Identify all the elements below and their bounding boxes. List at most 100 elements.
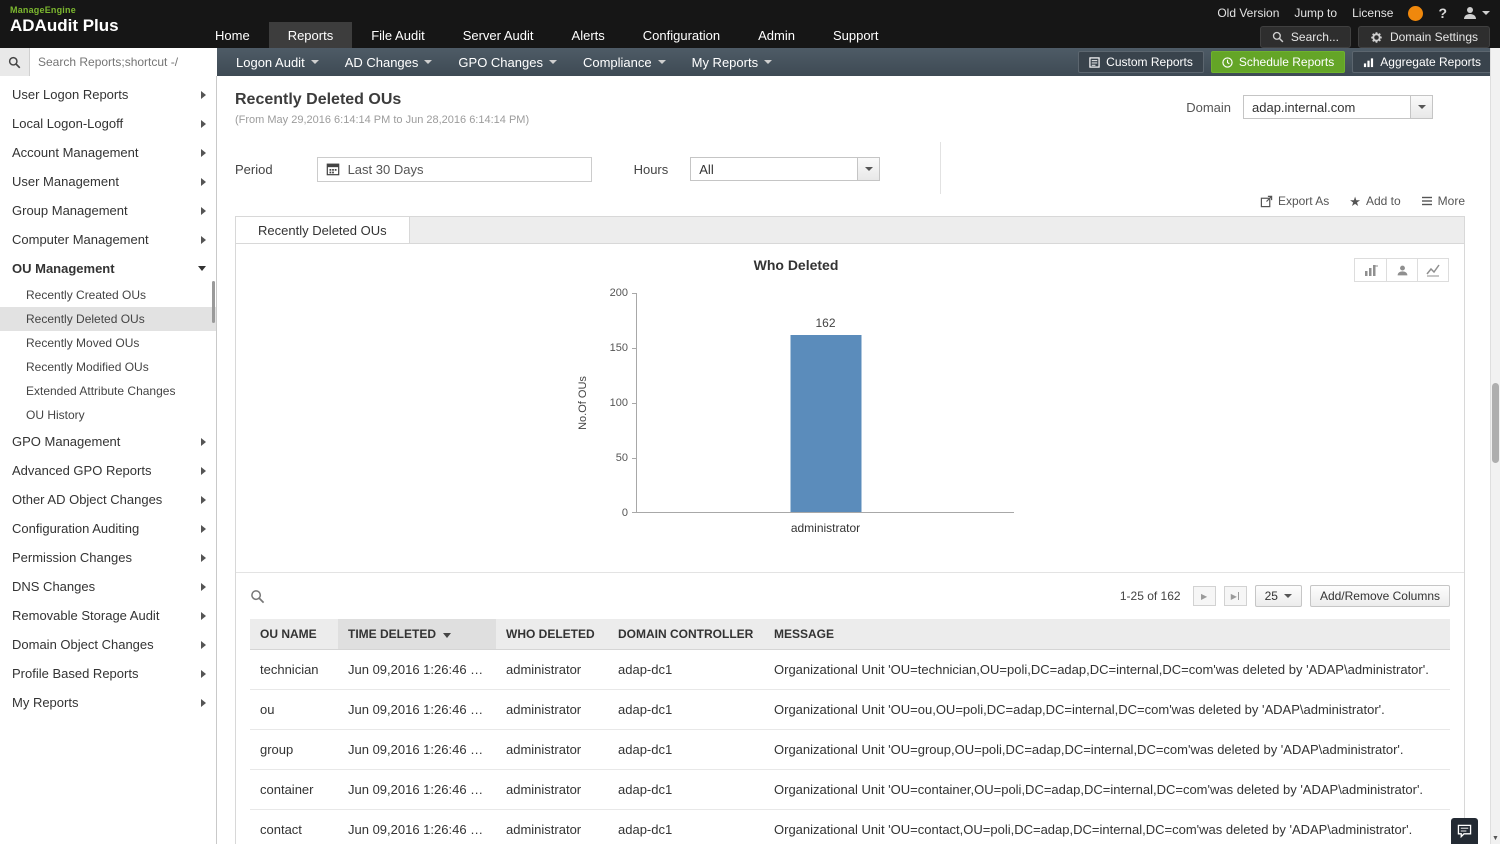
more-button[interactable]: More: [1421, 194, 1465, 208]
menu-logon-audit[interactable]: Logon Audit: [223, 48, 332, 76]
chevron-right-icon: [201, 235, 206, 244]
menu-compliance[interactable]: Compliance: [570, 48, 679, 76]
tab-recently-deleted-ous[interactable]: Recently Deleted OUs: [236, 217, 410, 243]
cell-who-deleted: administrator: [496, 649, 608, 690]
last-page-button[interactable]: ▶: [1223, 586, 1247, 606]
nav-file-audit[interactable]: File Audit: [352, 22, 443, 48]
report-actions: Export As ★ Add to More: [235, 194, 1465, 208]
cell-domain-controller: adap-dc1: [608, 809, 764, 844]
report-sidebar: User Logon Reports Local Logon-Logoff Ac…: [0, 76, 217, 844]
domain-select[interactable]: adap.internal.com: [1243, 95, 1433, 119]
sidebar-item-account-management[interactable]: Account Management: [0, 138, 216, 167]
add-remove-columns-button[interactable]: Add/Remove Columns: [1309, 585, 1450, 607]
sidebar-item-ou-history[interactable]: OU History: [0, 403, 216, 427]
sidebar-item-other-ad-object-changes[interactable]: Other AD Object Changes: [0, 485, 216, 514]
chevron-down-icon: [424, 60, 433, 64]
y-tick-label: 100: [609, 397, 628, 409]
chevron-right-icon: [201, 553, 206, 562]
chart-section: Who Deleted No.Of OUs 200 150 100 50 0 1…: [236, 244, 1464, 572]
nav-home[interactable]: Home: [196, 22, 269, 48]
cell-time-deleted: Jun 09,2016 1:26:46 PM: [338, 689, 496, 730]
sidebar-item-recently-deleted-ous[interactable]: Recently Deleted OUs: [0, 307, 216, 331]
sidebar-item-user-management[interactable]: User Management: [0, 167, 216, 196]
sidebar-item-domain-object-changes[interactable]: Domain Object Changes: [0, 630, 216, 659]
chevron-down-icon: [764, 60, 773, 64]
menu-my-reports[interactable]: My Reports: [679, 48, 785, 76]
col-header-time-deleted[interactable]: TIME DELETED: [338, 619, 496, 650]
sidebar-item-profile-based-reports[interactable]: Profile Based Reports: [0, 659, 216, 688]
nav-alerts[interactable]: Alerts: [553, 22, 624, 48]
sidebar-item-my-reports[interactable]: My Reports: [0, 688, 216, 717]
period-label: Period: [235, 161, 273, 177]
report-search-input[interactable]: [30, 48, 217, 76]
search-icon[interactable]: [0, 48, 30, 76]
domain-settings-button[interactable]: Domain Settings: [1357, 26, 1490, 48]
sidebar-item-configuration-auditing[interactable]: Configuration Auditing: [0, 514, 216, 543]
cell-message: Organizational Unit 'OU=group,OU=poli,DC…: [764, 729, 1450, 770]
period-value: Last 30 Days: [347, 161, 424, 177]
y-tick-label: 150: [609, 342, 628, 354]
user-account-menu[interactable]: [1462, 5, 1490, 21]
sidebar-item-gpo-management[interactable]: GPO Management: [0, 427, 216, 456]
export-as-button[interactable]: Export As: [1260, 194, 1329, 208]
chart-bar[interactable]: 162: [790, 316, 861, 512]
sidebar-item-removable-storage-audit[interactable]: Removable Storage Audit: [0, 601, 216, 630]
cell-domain-controller: adap-dc1: [608, 689, 764, 730]
col-header-domain-controller[interactable]: DOMAIN CONTROLLER: [608, 619, 764, 650]
user-chart-icon[interactable]: [1386, 259, 1417, 281]
scrollbar-thumb[interactable]: [1492, 383, 1499, 463]
chevron-right-icon: [201, 119, 206, 128]
page-scrollbar[interactable]: ▼: [1490, 48, 1500, 844]
old-version-link[interactable]: Old Version: [1217, 6, 1279, 20]
sidebar-item-recently-created-ous[interactable]: Recently Created OUs: [0, 283, 216, 307]
chevron-down-icon: [198, 266, 206, 271]
menu-gpo-changes[interactable]: GPO Changes: [445, 48, 570, 76]
sidebar-item-recently-moved-ous[interactable]: Recently Moved OUs: [0, 331, 216, 355]
add-to-button[interactable]: ★ Add to: [1349, 194, 1400, 208]
sidebar-item-group-management[interactable]: Group Management: [0, 196, 216, 225]
sidebar-item-recently-modified-ous[interactable]: Recently Modified OUs: [0, 355, 216, 379]
col-header-who-deleted[interactable]: WHO DELETED: [496, 619, 608, 650]
next-page-button[interactable]: ▶: [1192, 586, 1216, 606]
help-icon[interactable]: ?: [1438, 5, 1447, 21]
chevron-down-icon: [548, 60, 557, 64]
table-row: ou Jun 09,2016 1:26:46 PM administrator …: [250, 689, 1450, 730]
sidebar-item-dns-changes[interactable]: DNS Changes: [0, 572, 216, 601]
sidebar-item-extended-attribute-changes[interactable]: Extended Attribute Changes: [0, 379, 216, 403]
nav-configuration[interactable]: Configuration: [624, 22, 739, 48]
sidebar-item-user-logon-reports[interactable]: User Logon Reports: [0, 80, 216, 109]
nav-server-audit[interactable]: Server Audit: [444, 22, 553, 48]
aggregate-reports-button[interactable]: Aggregate Reports: [1352, 51, 1492, 73]
chevron-right-icon: [201, 611, 206, 620]
col-header-ou-name[interactable]: OU NAME: [250, 619, 338, 650]
sidebar-scrollbar-thumb[interactable]: [212, 281, 215, 323]
schedule-reports-button[interactable]: Schedule Reports: [1210, 51, 1346, 73]
sidebar-item-computer-management[interactable]: Computer Management: [0, 225, 216, 254]
sidebar-item-permission-changes[interactable]: Permission Changes: [0, 543, 216, 572]
nav-reports[interactable]: Reports: [268, 22, 353, 48]
col-header-message[interactable]: MESSAGE: [764, 619, 1450, 650]
sidebar-item-local-logon-logoff[interactable]: Local Logon-Logoff: [0, 109, 216, 138]
cell-ou-name: technician: [250, 649, 338, 690]
scroll-down-arrow[interactable]: ▼: [1491, 835, 1500, 842]
nav-admin[interactable]: Admin: [739, 22, 814, 48]
license-link[interactable]: License: [1352, 6, 1393, 20]
menu-ad-changes[interactable]: AD Changes: [332, 48, 446, 76]
period-picker[interactable]: Last 30 Days: [316, 156, 592, 182]
sidebar-item-advanced-gpo-reports[interactable]: Advanced GPO Reports: [0, 456, 216, 485]
support-icon[interactable]: [1408, 5, 1424, 21]
data-table: OU NAME TIME DELETED WHO DELETED DOMAIN …: [236, 619, 1464, 844]
nav-support[interactable]: Support: [814, 22, 898, 48]
hours-select[interactable]: All: [690, 157, 881, 181]
chat-button[interactable]: [1451, 818, 1478, 844]
cell-domain-controller: adap-dc1: [608, 649, 764, 690]
bar-chart-icon[interactable]: [1355, 259, 1386, 281]
jump-to-link[interactable]: Jump to: [1294, 6, 1337, 20]
page-size-select[interactable]: 25: [1254, 585, 1302, 607]
line-chart-icon[interactable]: [1417, 259, 1448, 281]
table-search-icon[interactable]: [250, 589, 265, 604]
global-search-button[interactable]: Search...: [1259, 26, 1351, 48]
custom-reports-button[interactable]: Custom Reports: [1078, 51, 1204, 73]
table-row: contact Jun 09,2016 1:26:46 PM administr…: [250, 809, 1450, 844]
sidebar-item-ou-management[interactable]: OU Management: [0, 254, 216, 283]
